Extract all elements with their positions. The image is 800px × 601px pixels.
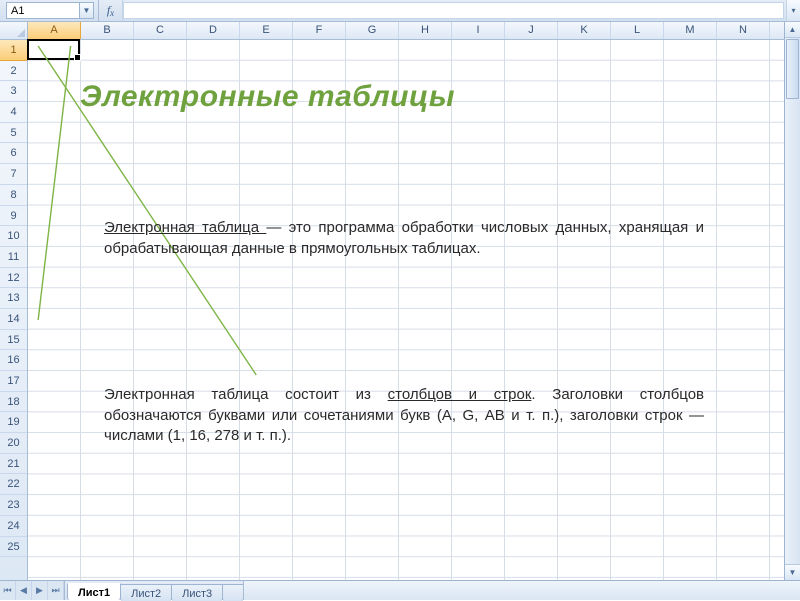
row-header[interactable]: 16: [0, 350, 27, 371]
paragraph-1: Электронная таблица — это программа обра…: [104, 218, 704, 259]
row-header[interactable]: 13: [0, 288, 27, 309]
tab-nav-first[interactable]: ⏮: [0, 581, 16, 600]
name-box[interactable]: A1: [6, 2, 80, 19]
select-all-corner[interactable]: [0, 22, 28, 40]
row-header[interactable]: 18: [0, 392, 27, 413]
active-cell[interactable]: [27, 39, 80, 60]
worksheet-grid: A B C D E F G H I J K L M N 1 2 3 4 5 6 …: [0, 22, 800, 580]
row-header[interactable]: 6: [0, 143, 27, 164]
sheet-tab[interactable]: Лист1: [67, 583, 121, 600]
column-header[interactable]: I: [452, 22, 505, 39]
row-header[interactable]: 11: [0, 247, 27, 268]
column-header[interactable]: C: [134, 22, 187, 39]
row-header[interactable]: 17: [0, 371, 27, 392]
cells-area[interactable]: Электронные таблицы Электронная таблица …: [28, 40, 799, 580]
row-header[interactable]: 2: [0, 61, 27, 82]
column-header[interactable]: L: [611, 22, 664, 39]
para1-underline: Электронная таблица: [104, 219, 266, 236]
sheet-tab[interactable]: Лист2: [120, 584, 172, 601]
sheet-tab[interactable]: Лист3: [171, 584, 223, 601]
tab-nav-buttons: ⏮ ◀ ▶ ⏭: [0, 581, 65, 600]
column-header[interactable]: A: [28, 22, 81, 39]
vertical-scrollbar[interactable]: ▲ ▼: [784, 22, 800, 580]
row-header[interactable]: 14: [0, 309, 27, 330]
formula-input[interactable]: [123, 2, 784, 19]
row-header[interactable]: 19: [0, 412, 27, 433]
row-header[interactable]: 9: [0, 206, 27, 227]
row-header[interactable]: 23: [0, 495, 27, 516]
row-header[interactable]: 24: [0, 516, 27, 537]
row-header[interactable]: 15: [0, 330, 27, 351]
scroll-up-button[interactable]: ▲: [785, 22, 800, 38]
column-header[interactable]: K: [558, 22, 611, 39]
row-header[interactable]: 10: [0, 226, 27, 247]
row-header[interactable]: 22: [0, 474, 27, 495]
para2-lead: Электронная таблица состоит из: [104, 386, 388, 403]
sheet-tab-bar: ⏮ ◀ ▶ ⏭ Лист1 Лист2 Лист3: [0, 580, 800, 600]
row-header[interactable]: 1: [0, 40, 27, 61]
column-header[interactable]: G: [346, 22, 399, 39]
horizontal-scrollbar[interactable]: [243, 581, 800, 600]
column-headers: A B C D E F G H I J K L M N: [28, 22, 799, 40]
para2-underline: столбцов и строк: [388, 386, 532, 403]
formula-bar-expand[interactable]: ▾: [786, 0, 800, 21]
insert-function-button[interactable]: fx: [99, 0, 123, 21]
connector-lines: [28, 40, 799, 580]
formula-bar: A1 ▼ fx ▾: [0, 0, 800, 22]
name-box-dropdown[interactable]: ▼: [80, 2, 94, 19]
row-header[interactable]: 7: [0, 164, 27, 185]
column-header[interactable]: F: [293, 22, 346, 39]
tab-nav-next[interactable]: ▶: [32, 581, 48, 600]
row-header[interactable]: 3: [0, 81, 27, 102]
row-header[interactable]: 25: [0, 537, 27, 558]
column-header[interactable]: H: [399, 22, 452, 39]
column-header[interactable]: D: [187, 22, 240, 39]
paragraph-2: Электронная таблица состоит из столбцов …: [104, 385, 704, 447]
new-sheet-button[interactable]: [222, 584, 244, 601]
column-header[interactable]: N: [717, 22, 770, 39]
row-header[interactable]: 5: [0, 123, 27, 144]
sheet-tabs: Лист1 Лист2 Лист3: [65, 581, 243, 600]
column-header[interactable]: B: [81, 22, 134, 39]
row-header[interactable]: 8: [0, 185, 27, 206]
column-header[interactable]: E: [240, 22, 293, 39]
row-header[interactable]: 4: [0, 102, 27, 123]
column-header[interactable]: J: [505, 22, 558, 39]
row-header[interactable]: 12: [0, 268, 27, 289]
scroll-down-button[interactable]: ▼: [785, 564, 800, 580]
slide-title: Электронные таблицы: [80, 80, 455, 114]
row-header[interactable]: 21: [0, 454, 27, 475]
column-header[interactable]: M: [664, 22, 717, 39]
row-headers: 1 2 3 4 5 6 7 8 9 10 11 12 13 14 15 16 1…: [0, 40, 28, 580]
tab-nav-last[interactable]: ⏭: [48, 581, 64, 600]
tab-nav-prev[interactable]: ◀: [16, 581, 32, 600]
row-header[interactable]: 20: [0, 433, 27, 454]
scroll-thumb[interactable]: [786, 39, 799, 99]
name-box-group: A1 ▼: [0, 0, 99, 21]
